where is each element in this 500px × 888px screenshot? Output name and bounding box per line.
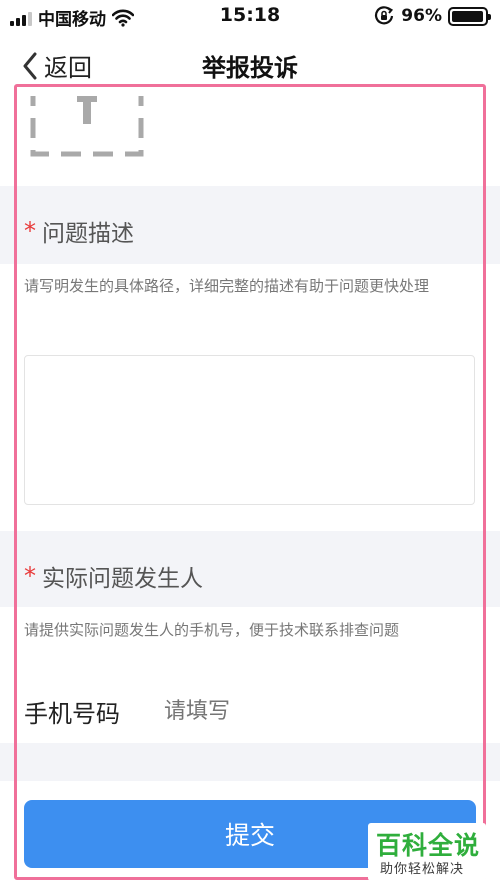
required-mark: *	[24, 217, 36, 245]
required-mark: *	[24, 562, 36, 590]
watermark-logo: 百科全说 助你轻松解决	[368, 823, 486, 881]
footer-divider-band	[0, 743, 500, 781]
person-hint: 请提供实际问题发生人的手机号，便于技术联系排查问题	[24, 621, 400, 639]
phone-input[interactable]	[164, 698, 444, 724]
person-title-label: 实际问题发生人	[42, 566, 203, 592]
watermark-subtitle: 助你轻松解决	[380, 862, 465, 877]
problem-hint: 请写明发生的具体路径，详细完整的描述有助于问题更快处理	[24, 277, 430, 295]
phone-row: 手机号码	[24, 690, 476, 732]
problem-section-header: * 问题描述	[0, 186, 500, 264]
person-section-header: * 实际问题发生人	[0, 531, 500, 607]
battery-percent: 96%	[401, 6, 442, 26]
person-section-title: * 实际问题发生人	[24, 559, 203, 593]
status-right: 96%	[373, 5, 491, 27]
watermark-title: 百科全说	[376, 831, 481, 860]
problem-description-textarea[interactable]	[24, 355, 475, 505]
image-upload-area	[0, 96, 500, 186]
problem-section-title: * 问题描述	[24, 214, 134, 248]
battery-icon	[448, 6, 491, 26]
phone-label: 手机号码	[24, 699, 120, 728]
problem-title-label: 问题描述	[42, 221, 134, 247]
add-image-icon[interactable]	[30, 96, 146, 158]
status-bar: 中国移动 15:18 96%	[0, 0, 500, 34]
page-title: 举报投诉	[202, 54, 298, 82]
battery-fill	[452, 10, 483, 22]
rotation-lock-icon	[375, 6, 394, 25]
nav-bar: 返回 举报投诉	[0, 34, 500, 96]
